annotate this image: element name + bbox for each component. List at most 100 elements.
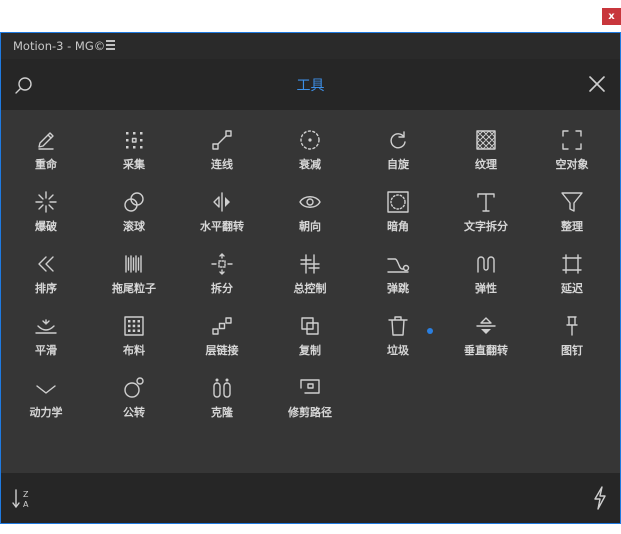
dotted-grid-icon [126, 132, 143, 149]
tool-item[interactable]: 重命 [3, 128, 89, 184]
sort-za-icon[interactable]: Z A [11, 487, 35, 511]
vignette-icon [387, 191, 409, 213]
funnel-icon [561, 192, 583, 212]
tool-item[interactable]: 层链接 [179, 314, 265, 370]
tool-item[interactable]: 垂直翻转 [443, 314, 529, 370]
tool-label: 衰减 [299, 158, 321, 171]
pencil-icon [38, 132, 54, 150]
tool-label: 动力学 [29, 406, 63, 419]
flip-vertical-icon [476, 317, 496, 334]
tool-item[interactable]: 公转 [91, 376, 177, 432]
tool-label: 文字拆分 [464, 220, 508, 233]
tool-label: 垃圾 [387, 344, 409, 357]
tool-label: 总控制 [293, 282, 327, 295]
tool-item[interactable]: 水平翻转 [179, 190, 265, 246]
tool-label: 平滑 [35, 344, 57, 357]
motion-panel: Motion-3 - MG© 工具 重命 采集 连线 衰减 自旋 纹理 空对象爆破 滚球 水平翻… [0, 33, 621, 524]
page-title: 工具 [296, 78, 325, 94]
tool-item[interactable]: 拆分 [179, 252, 265, 308]
tool-item[interactable]: 克隆 [179, 376, 265, 432]
panel-footer: Z A [1, 473, 620, 523]
panel-tab[interactable]: Motion-3 - MG© [1, 33, 620, 59]
rolling-ball-icon [124, 192, 144, 212]
tool-label: 空对象 [555, 158, 589, 171]
layer-link-icon [212, 317, 232, 335]
tool-label: 自旋 [387, 158, 409, 171]
tool-item[interactable]: 垃圾 [355, 314, 441, 370]
tool-item[interactable]: 连线 [179, 128, 265, 184]
tool-label: 连线 [211, 158, 233, 171]
panel-header: 工具 [1, 59, 620, 110]
window-close-button[interactable]: x [602, 8, 621, 25]
tool-label: 垂直翻转 [464, 344, 508, 357]
burst-icon [35, 191, 57, 213]
rotate-icon [390, 131, 406, 149]
tool-item[interactable]: 排序 [3, 252, 89, 308]
tool-item[interactable]: 文字拆分 [443, 190, 529, 246]
tool-item[interactable]: 复制 [267, 314, 353, 370]
bounce-icon [387, 258, 410, 273]
tool-item[interactable]: 拖尾粒子 [91, 252, 177, 308]
tool-item[interactable]: 朝向 [267, 190, 353, 246]
tool-item[interactable]: 暗角 [355, 190, 441, 246]
elastic-icon [477, 256, 495, 273]
tool-label: 层链接 [205, 344, 239, 357]
tool-item[interactable]: 图钉 [529, 314, 615, 370]
tool-item[interactable]: 平滑 [3, 314, 89, 370]
split-icon [211, 253, 233, 275]
tool-item[interactable]: 弹性 [443, 252, 529, 308]
tool-item[interactable]: 修剪路径 [267, 376, 353, 432]
tool-item[interactable]: 衰减 [267, 128, 353, 184]
tool-item[interactable]: 布料 [91, 314, 177, 370]
tool-item[interactable]: 采集 [91, 128, 177, 184]
tool-label: 修剪路径 [288, 406, 332, 419]
text-split-icon [477, 193, 495, 212]
revolution-icon [124, 377, 144, 398]
null-object-icon [562, 130, 582, 150]
dynamics-icon [36, 385, 56, 394]
tool-item[interactable]: 动力学 [3, 376, 89, 432]
svg-text:Z: Z [23, 490, 29, 499]
connect-line-icon [212, 130, 232, 150]
trim-path-icon [300, 379, 320, 394]
eye-icon [299, 196, 321, 208]
tool-label: 拆分 [211, 282, 233, 295]
delay-icon [562, 254, 582, 274]
tool-label: 水平翻转 [200, 220, 244, 233]
pin-icon [566, 316, 578, 336]
sort-chevron-icon [38, 256, 54, 272]
lightning-icon[interactable] [592, 486, 608, 510]
tool-item[interactable]: 纹理 [443, 128, 529, 184]
tool-label: 复制 [299, 344, 321, 357]
flip-horizontal-icon [213, 192, 230, 212]
window-titlebar: x [0, 0, 621, 33]
tool-item[interactable]: 滚球 [91, 190, 177, 246]
tool-label: 朝向 [299, 220, 321, 233]
tool-label: 拖尾粒子 [112, 282, 156, 295]
panel-tab-title: Motion-3 - MG© [13, 39, 106, 53]
tool-label: 弹性 [475, 282, 497, 295]
tool-item[interactable]: 总控制 [267, 252, 353, 308]
tool-label: 暗角 [387, 220, 409, 233]
tool-label: 采集 [123, 158, 145, 171]
tool-label: 弹跳 [387, 282, 409, 295]
tool-label: 重命 [35, 158, 57, 171]
tool-item[interactable]: 空对象 [529, 128, 615, 184]
svg-text:A: A [23, 500, 29, 509]
clone-icon [213, 378, 231, 398]
tool-item[interactable]: 自旋 [355, 128, 441, 184]
tool-item[interactable]: 整理 [529, 190, 615, 246]
tool-label: 布料 [123, 344, 145, 357]
cloth-icon [124, 316, 144, 336]
tool-item[interactable]: 弹跳 [355, 252, 441, 308]
tool-label: 纹理 [475, 158, 497, 171]
hamburger-menu-icon[interactable] [106, 40, 115, 51]
close-icon[interactable] [588, 75, 606, 93]
tool-label: 延迟 [561, 282, 583, 295]
tool-item[interactable]: 爆破 [3, 190, 89, 246]
tool-grid: 重命 采集 连线 衰减 自旋 纹理 空对象爆破 滚球 水平翻转 朝向 暗角 文字拆分 整理排序 拖尾粒子 拆… [1, 110, 620, 473]
trash-icon [388, 316, 408, 336]
dotted-circle-icon [300, 130, 320, 150]
tool-label: 排序 [35, 282, 57, 295]
tool-item[interactable]: 延迟 [529, 252, 615, 308]
